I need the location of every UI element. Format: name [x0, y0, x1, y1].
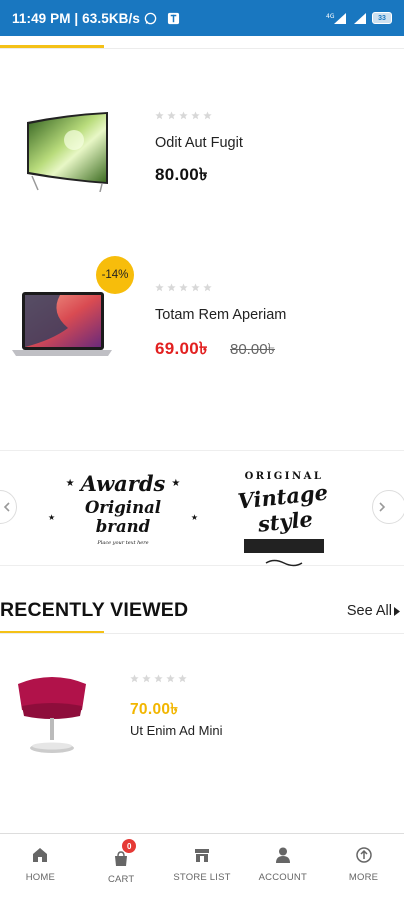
chevron-left-icon: [3, 502, 10, 512]
brand-carousel: ★ Awards ★ ★ Original brand ★ Place your…: [0, 450, 404, 567]
product-image-laptop[interactable]: [10, 288, 114, 360]
product-name[interactable]: Totam Rem Aperiam: [155, 307, 286, 323]
rating-stars: [155, 283, 212, 292]
brand-awards-tagline: Place your text here: [97, 540, 149, 546]
star-icon: [155, 283, 164, 292]
whatsapp-icon: [144, 12, 157, 24]
store-icon: [194, 849, 209, 862]
chevron-right-icon: [379, 502, 386, 512]
brand-vintage-main: Vintage style: [236, 479, 330, 537]
star-icon: [155, 111, 164, 120]
see-all-link[interactable]: See All: [347, 603, 400, 619]
status-time-speed: 11:49 PM | 63.5KB/s: [12, 10, 140, 26]
product-image-chair[interactable]: [14, 670, 90, 758]
star-icon: [166, 674, 175, 683]
section-divider: [0, 633, 404, 634]
signal-4g-icon: 4G: [326, 12, 346, 24]
star-icon: [191, 111, 200, 120]
status-right: 4G 33: [326, 12, 392, 25]
brand-logo-awards[interactable]: ★ Awards ★ ★ Original brand ★ Place your…: [48, 471, 198, 551]
star-icon: [203, 111, 212, 120]
product-price: 80.00৳: [155, 165, 208, 184]
status-bar: 11:49 PM | 63.5KB/s 4G 33: [0, 0, 404, 36]
star-ornament-icon: ★: [171, 478, 181, 489]
section-divider: [0, 48, 404, 49]
star-icon: [191, 283, 200, 292]
star-icon: [154, 674, 163, 683]
cart-count-badge: 0: [122, 839, 137, 853]
brand-awards-line2: Original brand: [84, 498, 162, 536]
brand-awards-line1: Awards: [80, 471, 166, 496]
ribbon-banner: [244, 539, 324, 553]
caret-right-icon: [394, 606, 400, 616]
brand-logo-vintage[interactable]: ORIGINAL Vintage style: [214, 471, 354, 567]
home-icon: [33, 848, 48, 862]
star-icon: [142, 674, 151, 683]
product-image-tv[interactable]: [22, 110, 112, 192]
nav-label-account: ACCOUNT: [258, 872, 307, 883]
bottom-navigation: HOME 0 CART STORE LIST ACCOUNT MORE: [0, 833, 404, 900]
more-icon: [355, 847, 372, 863]
discount-badge: -14%: [96, 256, 134, 294]
nav-store-list[interactable]: STORE LIST: [162, 834, 243, 900]
carousel-next-button[interactable]: [372, 490, 404, 524]
battery-icon: 33: [372, 12, 392, 24]
flourish-ornament: [265, 559, 303, 567]
star-icon: [179, 283, 188, 292]
nav-label-store-list: STORE LIST: [173, 872, 231, 883]
star-ornament-icon: ★: [190, 512, 198, 522]
rating-stars: [130, 674, 187, 683]
product-sale-price: 69.00৳: [155, 339, 208, 358]
star-ornament-icon: ★: [65, 478, 75, 489]
nav-label-more: MORE: [348, 872, 379, 883]
notification-icon: [167, 12, 180, 24]
star-icon: [179, 111, 188, 120]
battery-level: 33: [378, 14, 386, 22]
star-ornament-icon: ★: [48, 512, 56, 522]
nav-label-cart: CART: [107, 874, 135, 885]
rating-stars: [155, 111, 212, 120]
star-icon: [130, 674, 139, 683]
star-icon: [167, 111, 176, 120]
nav-label-home: HOME: [25, 872, 56, 883]
nav-account[interactable]: ACCOUNT: [242, 834, 323, 900]
star-icon: [178, 674, 187, 683]
see-all-label: See All: [346, 603, 392, 619]
account-icon: [275, 847, 290, 863]
nav-cart[interactable]: 0 CART: [81, 834, 162, 900]
signal-icon: [354, 12, 366, 24]
recent-product-name[interactable]: Ut Enim Ad Mini: [130, 723, 222, 738]
product-old-price: 80.00৳: [230, 341, 276, 358]
star-icon: [203, 283, 212, 292]
nav-home[interactable]: HOME: [0, 834, 81, 900]
status-left: 11:49 PM | 63.5KB/s: [12, 11, 180, 26]
product-name[interactable]: Odit Aut Fugit: [155, 135, 243, 151]
nav-more[interactable]: MORE: [323, 834, 404, 900]
svg-text:4G: 4G: [326, 13, 335, 20]
star-icon: [167, 283, 176, 292]
section-title-recently-viewed: RECENTLY VIEWED: [0, 599, 189, 621]
recent-product-price: 70.00৳: [130, 701, 179, 718]
